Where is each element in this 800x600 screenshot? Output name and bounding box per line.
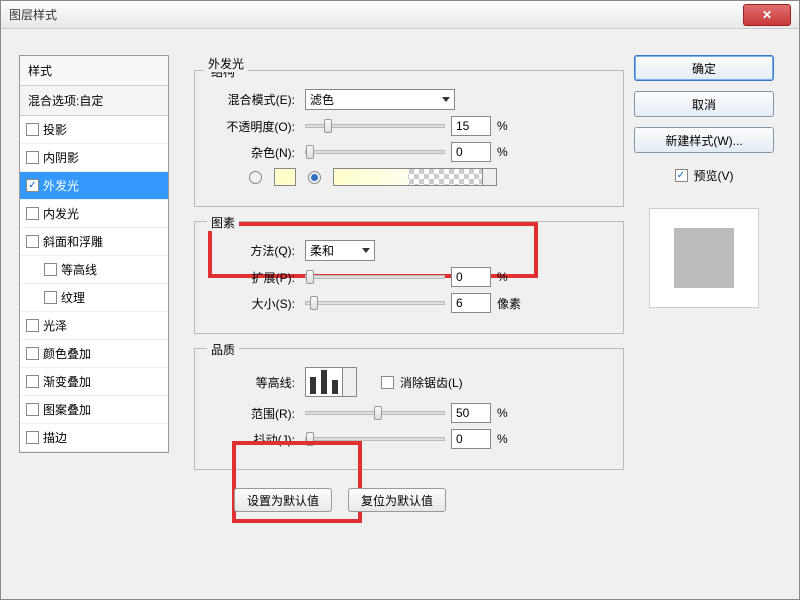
checkbox-icon[interactable]: [44, 291, 57, 304]
style-item-stroke[interactable]: 描边: [20, 424, 168, 452]
range-unit: %: [497, 406, 508, 420]
close-icon: ✕: [762, 8, 772, 22]
range-input[interactable]: 50: [451, 403, 491, 423]
chevron-down-icon: [442, 97, 450, 102]
spread-input[interactable]: 0: [451, 267, 491, 287]
chevron-down-icon: [362, 248, 370, 253]
range-slider[interactable]: [305, 411, 445, 415]
antialias-label: 消除锯齿(L): [400, 374, 463, 391]
slider-thumb-icon[interactable]: [306, 432, 314, 446]
gradient-dropdown-button[interactable]: [483, 168, 497, 186]
blend-mode-label: 混合模式(E):: [209, 91, 299, 108]
action-panel: 确定 取消 新建样式(W)... ✓ 预览(V): [629, 55, 779, 308]
slider-thumb-icon[interactable]: [306, 145, 314, 159]
antialias-checkbox[interactable]: [381, 376, 394, 389]
size-label: 大小(S):: [209, 295, 299, 312]
opacity-input[interactable]: 15: [451, 116, 491, 136]
jitter-slider[interactable]: [305, 437, 445, 441]
layer-style-dialog: 图层样式 ✕ 样式 混合选项:自定 投影 内阴影 ✓外发光 内发光 斜面和浮雕 …: [0, 0, 800, 600]
checkbox-icon[interactable]: [26, 375, 39, 388]
spread-slider[interactable]: [305, 275, 445, 279]
checkbox-icon[interactable]: [26, 151, 39, 164]
glow-color-swatch[interactable]: [274, 168, 296, 186]
elements-fieldset: 图素 方法(Q): 柔和 扩展(P): 0 % 大小(S):: [194, 221, 624, 334]
noise-unit: %: [497, 145, 508, 159]
checkbox-icon[interactable]: [26, 207, 39, 220]
style-item-pattern-overlay[interactable]: 图案叠加: [20, 396, 168, 424]
jitter-label: 抖动(J):: [209, 431, 299, 448]
cancel-button[interactable]: 取消: [634, 91, 774, 117]
style-item-outer-glow[interactable]: ✓外发光: [20, 172, 168, 200]
checkbox-icon[interactable]: [26, 347, 39, 360]
window-title: 图层样式: [9, 6, 743, 23]
styles-list-panel: 样式 混合选项:自定 投影 内阴影 ✓外发光 内发光 斜面和浮雕 等高线 纹理 …: [19, 55, 169, 453]
reset-default-button[interactable]: 复位为默认值: [348, 488, 446, 512]
ok-button[interactable]: 确定: [634, 55, 774, 81]
noise-input[interactable]: 0: [451, 142, 491, 162]
opacity-unit: %: [497, 119, 508, 133]
jitter-input[interactable]: 0: [451, 429, 491, 449]
size-unit: 像素: [497, 295, 521, 312]
checkbox-icon[interactable]: [26, 319, 39, 332]
preview-checkbox[interactable]: ✓: [675, 169, 688, 182]
blend-options-header[interactable]: 混合选项:自定: [20, 86, 168, 116]
blend-mode-dropdown[interactable]: 滤色: [305, 89, 455, 110]
opacity-label: 不透明度(O):: [209, 118, 299, 135]
spread-unit: %: [497, 270, 508, 284]
noise-slider[interactable]: [305, 150, 445, 154]
contour-label: 等高线:: [209, 374, 299, 391]
defaults-row: 设置为默认值 复位为默认值: [234, 488, 664, 512]
opacity-slider[interactable]: [305, 124, 445, 128]
set-default-button[interactable]: 设置为默认值: [234, 488, 332, 512]
size-input[interactable]: 6: [451, 293, 491, 313]
styles-header[interactable]: 样式: [20, 56, 168, 86]
checkbox-icon[interactable]: [26, 123, 39, 136]
contour-dropdown-button[interactable]: [343, 367, 357, 397]
style-item-color-overlay[interactable]: 颜色叠加: [20, 340, 168, 368]
spread-label: 扩展(P):: [209, 269, 299, 286]
checkbox-icon[interactable]: [26, 235, 39, 248]
jitter-unit: %: [497, 432, 508, 446]
quality-fieldset: 品质 等高线: 消除锯齿(L) 范围(R): 5: [194, 348, 624, 470]
gradient-picker[interactable]: [333, 168, 483, 186]
noise-label: 杂色(N):: [209, 144, 299, 161]
dialog-body: 样式 混合选项:自定 投影 内阴影 ✓外发光 内发光 斜面和浮雕 等高线 纹理 …: [9, 37, 791, 591]
style-item-gradient-overlay[interactable]: 渐变叠加: [20, 368, 168, 396]
gradient-radio[interactable]: [308, 171, 321, 184]
new-style-button[interactable]: 新建样式(W)...: [634, 127, 774, 153]
checkbox-icon[interactable]: [26, 431, 39, 444]
technique-label: 方法(Q):: [209, 242, 299, 259]
preview-swatch: [649, 208, 759, 308]
slider-thumb-icon[interactable]: [374, 406, 382, 420]
checkbox-icon[interactable]: [44, 263, 57, 276]
style-item-texture[interactable]: 纹理: [20, 284, 168, 312]
size-slider[interactable]: [305, 301, 445, 305]
contour-picker[interactable]: [305, 367, 343, 397]
style-item-satin[interactable]: 光泽: [20, 312, 168, 340]
settings-panel: 外发光 结构 混合模式(E): 滤色 不透明度(O): 15 %: [194, 47, 624, 508]
slider-thumb-icon[interactable]: [310, 296, 318, 310]
technique-dropdown[interactable]: 柔和: [305, 240, 375, 261]
style-item-bevel-emboss[interactable]: 斜面和浮雕: [20, 228, 168, 256]
checkbox-icon[interactable]: ✓: [26, 179, 39, 192]
quality-legend: 品质: [207, 341, 239, 358]
style-item-drop-shadow[interactable]: 投影: [20, 116, 168, 144]
slider-thumb-icon[interactable]: [306, 270, 314, 284]
style-item-inner-glow[interactable]: 内发光: [20, 200, 168, 228]
slider-thumb-icon[interactable]: [324, 119, 332, 133]
checkbox-icon[interactable]: [26, 403, 39, 416]
close-button[interactable]: ✕: [743, 4, 791, 26]
preview-label: 预览(V): [694, 167, 734, 184]
elements-legend: 图素: [207, 214, 239, 231]
color-radio[interactable]: [249, 171, 262, 184]
structure-fieldset: 结构 混合模式(E): 滤色 不透明度(O): 15 % 杂色(N):: [194, 70, 624, 207]
preview-thumbnail: [674, 228, 734, 288]
range-label: 范围(R):: [209, 405, 299, 422]
titlebar: 图层样式 ✕: [1, 1, 799, 29]
style-item-contour[interactable]: 等高线: [20, 256, 168, 284]
style-item-inner-shadow[interactable]: 内阴影: [20, 144, 168, 172]
panel-title: 外发光: [204, 55, 248, 72]
